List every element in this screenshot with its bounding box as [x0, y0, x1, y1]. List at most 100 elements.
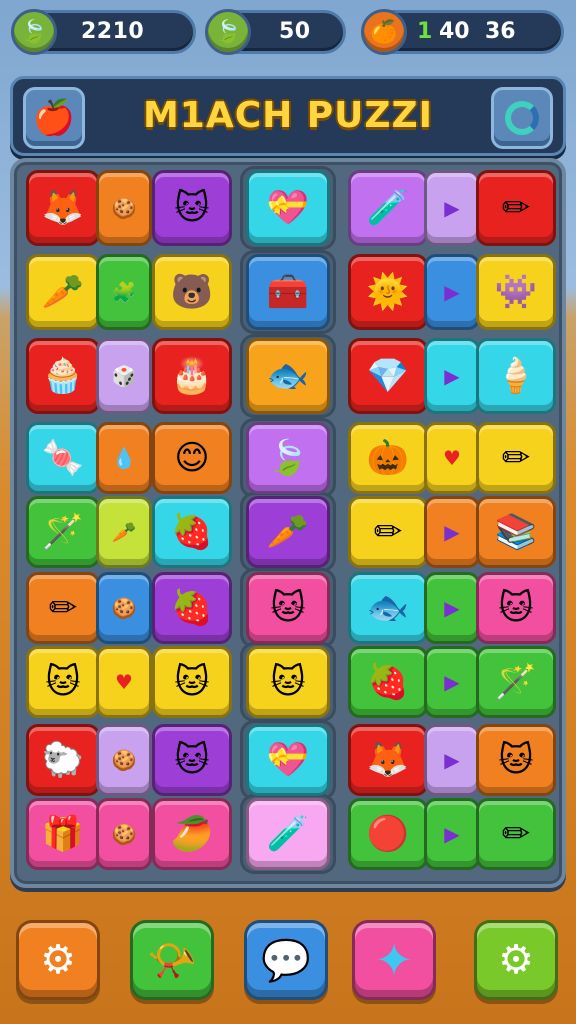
settings-right-button[interactable]: ⚙ — [474, 920, 558, 1000]
heart-box-icon: 💝 — [266, 188, 310, 228]
tile-blob[interactable]: 👾 — [476, 254, 556, 330]
tile-cat[interactable]: 🐱 — [246, 572, 330, 644]
crown-cake-icon: 🎂 — [170, 356, 214, 396]
tile-cookie[interactable]: 🍪 — [96, 798, 152, 870]
tile-sheep[interactable]: 🐑 — [26, 724, 100, 796]
tile-bear[interactable]: 🐻 — [152, 254, 232, 330]
star-button[interactable]: ✦ — [352, 920, 436, 1000]
tile-carrot[interactable]: 🥕 — [26, 254, 100, 330]
fish-icon: 🐟 — [266, 356, 310, 396]
leaf-icon: 🍃 — [266, 438, 310, 478]
tile-strawberry[interactable]: 🍓 — [152, 572, 232, 644]
tile-cat[interactable]: 🐱 — [476, 572, 556, 644]
fruit-count-a: 40 — [439, 19, 470, 44]
berry-icon: 🍓 — [170, 512, 214, 552]
tile-fruit[interactable]: 🥭 — [152, 798, 232, 870]
wand-icon: 🪄 — [494, 662, 538, 702]
tile-cat[interactable]: 🐱 — [476, 724, 556, 796]
book-icon: 📚 — [494, 512, 538, 552]
tile-cookie[interactable]: 🍪 — [96, 572, 152, 644]
cat-icon: 🐱 — [174, 188, 210, 228]
candy-icon: 🍬 — [41, 438, 85, 478]
tile-pencil[interactable]: ✏ — [476, 422, 556, 494]
tile-crown-cake[interactable]: 🎂 — [152, 338, 232, 414]
heart-box-icon: 💝 — [266, 740, 310, 780]
tile-potion[interactable]: 🧪 — [348, 170, 428, 246]
tile-cookie[interactable]: 🍪 — [96, 724, 152, 796]
pencil-icon: ✏ — [373, 512, 403, 552]
game-header: 🍎 M1ACH PUZZI — [10, 76, 566, 156]
dice-icon: 🎲 — [111, 364, 137, 388]
tile-cookie[interactable]: 🍪 — [96, 170, 152, 246]
fox-icon: 🦊 — [366, 740, 410, 780]
tile-heart[interactable]: ♥ — [424, 422, 480, 494]
horn-button[interactable]: 📯 — [130, 920, 214, 1000]
tile-fox[interactable]: 🦊 — [348, 724, 428, 796]
tile-fish[interactable]: 🐟 — [348, 572, 428, 644]
tile-cat[interactable]: 🐱 — [152, 724, 232, 796]
tile-drop[interactable]: 💧 — [96, 422, 152, 494]
tile-cat[interactable]: 🐱 — [152, 646, 232, 718]
tile-gem[interactable]: 💎 — [348, 338, 428, 414]
tile-candy[interactable]: 🍬 — [26, 422, 100, 494]
arrow-right-icon: ▶ — [444, 280, 460, 304]
arrow-right-icon: ▶ — [444, 748, 460, 772]
tile-gift[interactable]: 🎁 — [26, 798, 100, 870]
tile-berry[interactable]: 🍓 — [152, 496, 232, 568]
tile-pencil[interactable]: ✏ — [26, 572, 100, 644]
tile-arrow-right[interactable]: ▶ — [424, 724, 480, 796]
tile-dice[interactable]: 🎲 — [96, 338, 152, 414]
tile-cat[interactable]: 🐱 — [26, 646, 100, 718]
cookie-icon: 🍪 — [111, 822, 137, 846]
tile-heart-box[interactable]: 💝 — [246, 724, 330, 796]
tile-puzzle[interactable]: 🧩 — [96, 254, 152, 330]
gear-icon: ⚙ — [40, 937, 76, 983]
tile-radish[interactable]: 🥕 — [246, 496, 330, 568]
tile-pencil[interactable]: ✏ — [476, 170, 556, 246]
carrot-icon: 🥕 — [111, 520, 137, 544]
tile-arrow-right[interactable]: ▶ — [424, 496, 480, 568]
tile-pencil[interactable]: ✏ — [476, 798, 556, 870]
fruit-count-b: 36 — [485, 19, 516, 44]
tile-carrot[interactable]: 🥕 — [96, 496, 152, 568]
tile-arrow-right[interactable]: ▶ — [424, 254, 480, 330]
tile-arrow-right[interactable]: ▶ — [424, 572, 480, 644]
fox-icon: 🦊 — [41, 188, 85, 228]
pencil-icon: ✏ — [48, 588, 78, 628]
tile-wand[interactable]: 🪄 — [476, 646, 556, 718]
tile-cone[interactable]: 🍦 — [476, 338, 556, 414]
cupcake-icon: 🧁 — [41, 356, 85, 396]
tile-pencil[interactable]: ✏ — [348, 496, 428, 568]
leaf-icon: 🍃 — [205, 9, 251, 55]
tile-cat[interactable]: 🐱 — [246, 646, 330, 718]
tile-smile[interactable]: 😊 — [152, 422, 232, 494]
tile-sun[interactable]: 🌞 — [348, 254, 428, 330]
tile-ball[interactable]: 🔴 — [348, 798, 428, 870]
tile-arrow-right[interactable]: ▶ — [424, 646, 480, 718]
tile-heart[interactable]: ♥ — [96, 646, 152, 718]
tile-fox[interactable]: 🦊 — [26, 170, 100, 246]
settings-left-button[interactable]: ⚙ — [16, 920, 100, 1000]
tile-cat[interactable]: 🐱 — [152, 170, 232, 246]
refresh-button[interactable] — [491, 87, 553, 149]
tile-wand[interactable]: 🪄 — [26, 496, 100, 568]
tile-arrow-right[interactable]: ▶ — [424, 170, 480, 246]
fruit-count-green: 1 — [417, 19, 433, 44]
tile-heart-box[interactable]: 💝 — [246, 170, 330, 246]
tile-arrow-right[interactable]: ▶ — [424, 798, 480, 870]
cat-icon: 🐱 — [174, 662, 210, 702]
heart-icon: ♥ — [115, 670, 133, 694]
tile-radish[interactable]: 🍓 — [348, 646, 428, 718]
cat-icon: 🐱 — [174, 740, 210, 780]
tile-fish[interactable]: 🐟 — [246, 338, 330, 414]
tile-pumpkin[interactable]: 🎃 — [348, 422, 428, 494]
tile-arrow-right[interactable]: ▶ — [424, 338, 480, 414]
tile-leaf[interactable]: 🍃 — [246, 422, 330, 494]
tile-chest[interactable]: 🧰 — [246, 254, 330, 330]
tile-book[interactable]: 📚 — [476, 496, 556, 568]
horn-icon: 📯 — [147, 937, 197, 984]
chat-button[interactable]: 💬 — [244, 920, 328, 1000]
tile-cupcake[interactable]: 🧁 — [26, 338, 100, 414]
tile-potion[interactable]: 🧪 — [246, 798, 330, 870]
pencil-icon: ✏ — [501, 188, 531, 228]
